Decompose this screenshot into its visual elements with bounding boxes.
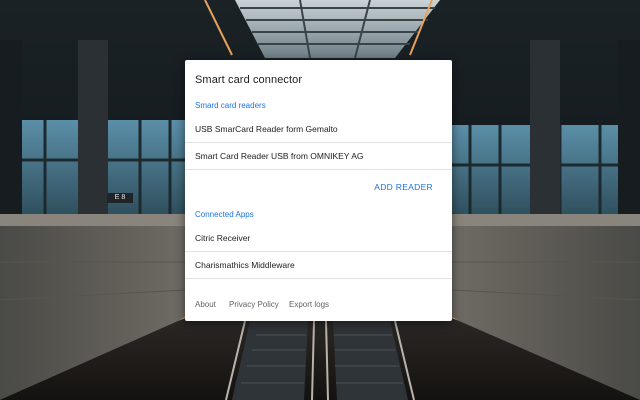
divider bbox=[185, 169, 452, 170]
connected-app-label: Citric Receiver bbox=[195, 233, 251, 243]
connected-app-label: Charismathics Middleware bbox=[195, 260, 295, 270]
smart-card-connector-dialog: Smart card connector Smard card readers … bbox=[185, 60, 452, 321]
apps-section-label: Connected Apps bbox=[195, 210, 254, 219]
privacy-policy-link[interactable]: Privacy Policy bbox=[229, 300, 279, 309]
add-reader-button[interactable]: ADD READER bbox=[374, 182, 433, 192]
reader-item-label: Smart Card Reader USB from OMNIKEY AG bbox=[195, 151, 364, 161]
connected-app-item[interactable]: Charismathics Middleware bbox=[185, 252, 452, 278]
about-link[interactable]: About bbox=[195, 300, 216, 309]
reader-item-label: USB SmarCard Reader form Gemalto bbox=[195, 124, 338, 134]
dialog-title: Smart card connector bbox=[195, 74, 303, 86]
reader-item[interactable]: USB SmarCard Reader form Gemalto bbox=[185, 116, 452, 142]
desktop-background: E 8 Smart card connector Smard card read… bbox=[0, 0, 640, 400]
readers-section-label: Smard card readers bbox=[195, 101, 266, 110]
station-sign-text: E 8 bbox=[114, 194, 126, 201]
export-logs-link[interactable]: Export logs bbox=[289, 300, 329, 309]
reader-item[interactable]: Smart Card Reader USB from OMNIKEY AG bbox=[185, 143, 452, 169]
divider bbox=[185, 278, 452, 279]
connected-app-item[interactable]: Citric Receiver bbox=[185, 225, 452, 251]
station-sign: E 8 bbox=[107, 193, 133, 203]
